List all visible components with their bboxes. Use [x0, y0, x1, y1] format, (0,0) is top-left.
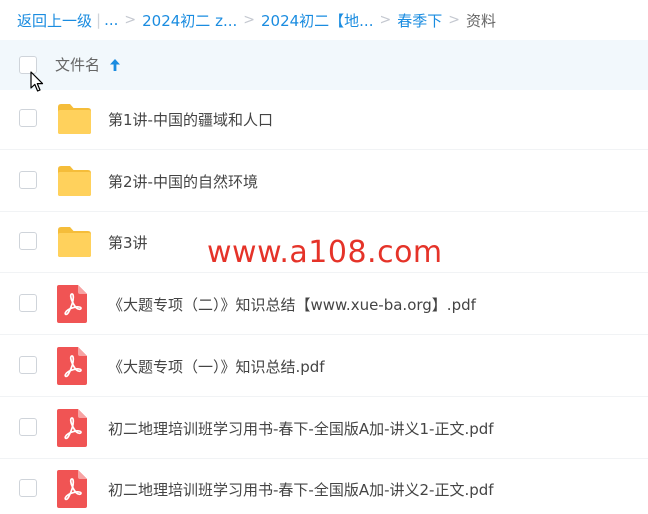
pdf-file-icon	[57, 408, 87, 447]
row-checkbox[interactable]	[19, 355, 37, 374]
file-name[interactable]: 《大题专项（一）》知识总结.pdf	[108, 356, 325, 377]
row-checkbox[interactable]	[19, 170, 37, 189]
breadcrumb-item[interactable]: 2024初二 z...	[142, 10, 237, 31]
file-name[interactable]: 初二地理培训班学习用书-春下-全国版A加-讲义1-正文.pdf	[108, 418, 494, 439]
row-checkbox[interactable]	[19, 417, 37, 436]
file-list-header: 文件名	[0, 40, 648, 90]
breadcrumb: 返回上一级 | ... > 2024初二 z... > 2024初二【地... …	[0, 0, 648, 40]
row-checkbox[interactable]	[19, 109, 37, 127]
file-row[interactable]: 第1讲-中国的疆域和人口	[0, 89, 648, 150]
row-checkbox[interactable]	[19, 232, 37, 251]
file-name[interactable]: 第2讲-中国的自然环境	[108, 171, 258, 192]
file-name[interactable]: 初二地理培训班学习用书-春下-全国版A加-讲义2-正文.pdf	[108, 479, 494, 500]
watermark-text: www.a108.com	[207, 235, 443, 270]
file-name[interactable]: 第1讲-中国的疆域和人口	[108, 109, 273, 130]
row-checkbox[interactable]	[19, 479, 37, 498]
chevron-right-icon: >	[379, 12, 392, 28]
breadcrumb-divider: |	[96, 11, 102, 29]
folder-icon	[58, 165, 91, 196]
breadcrumb-ellipsis[interactable]: ...	[104, 11, 118, 29]
file-row[interactable]: 《大题专项（一）》知识总结.pdf	[0, 336, 648, 397]
row-checkbox[interactable]	[19, 294, 37, 313]
breadcrumb-item[interactable]: 春季下	[397, 10, 442, 31]
folder-icon	[58, 227, 91, 258]
column-header-filename[interactable]: 文件名	[55, 54, 121, 75]
file-row[interactable]: 初二地理培训班学习用书-春下-全国版A加-讲义2-正文.pdf	[0, 459, 648, 514]
file-row[interactable]: 第2讲-中国的自然环境	[0, 151, 648, 212]
chevron-right-icon: >	[243, 12, 255, 28]
mouse-cursor-icon	[30, 71, 44, 92]
file-row[interactable]: 初二地理培训班学习用书-春下-全国版A加-讲义1-正文.pdf	[0, 398, 648, 459]
chevron-right-icon: >	[124, 12, 137, 28]
file-name[interactable]: 《大题专项（二）》知识总结【www.xue-ba.org】.pdf	[108, 294, 476, 315]
pdf-file-icon	[57, 346, 87, 385]
column-header-label: 文件名	[55, 56, 101, 74]
breadcrumb-current: 资料	[465, 11, 496, 30]
chevron-right-icon: >	[448, 12, 460, 28]
sort-ascending-icon	[110, 58, 121, 71]
folder-icon	[58, 104, 91, 134]
file-row[interactable]: 《大题专项（二）》知识总结【www.xue-ba.org】.pdf	[0, 274, 648, 336]
pdf-file-icon	[57, 285, 87, 324]
back-link[interactable]: 返回上一级	[17, 10, 92, 31]
file-name[interactable]: 第3讲	[108, 232, 148, 253]
breadcrumb-item[interactable]: 2024初二【地...	[261, 10, 373, 31]
pdf-file-icon	[57, 470, 87, 509]
